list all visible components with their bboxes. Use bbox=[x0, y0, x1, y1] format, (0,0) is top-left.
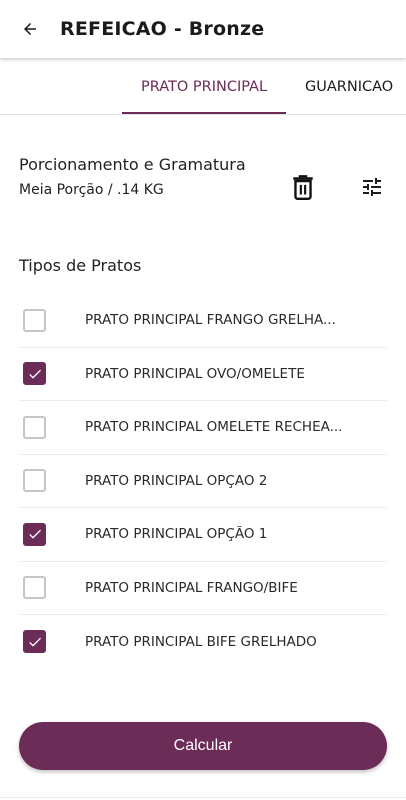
checkbox[interactable] bbox=[23, 522, 46, 546]
tab-prato-principal[interactable]: PRATO PRINCIPAL bbox=[122, 58, 286, 114]
check-icon bbox=[28, 529, 41, 539]
checkbox[interactable] bbox=[23, 308, 46, 332]
checkbox[interactable] bbox=[23, 415, 46, 439]
back-button[interactable] bbox=[0, 0, 60, 58]
app-bar: REFEICAO - Bronze bbox=[0, 0, 406, 58]
list-item[interactable]: PRATO PRINCIPAL OPÇÃO 1 bbox=[19, 508, 387, 562]
tune-icon bbox=[363, 178, 381, 196]
portion-value: Meia Porção / .14 KG bbox=[19, 182, 164, 198]
list-item-label: PRATO PRINCIPAL OMELETE RECHEA... bbox=[85, 419, 343, 436]
check-icon bbox=[28, 637, 41, 647]
list-item-label: PRATO PRINCIPAL FRANGO/BIFE bbox=[85, 579, 298, 596]
checkbox[interactable] bbox=[23, 630, 46, 654]
list-item-label: PRATO PRINCIPAL OVO/OMELETE bbox=[85, 365, 305, 382]
list-item-label: PRATO PRINCIPAL BIFE GRELHADO bbox=[85, 633, 317, 650]
portion-title: Porcionamento e Gramatura bbox=[19, 155, 246, 174]
checkbox[interactable] bbox=[23, 576, 46, 600]
check-icon bbox=[28, 369, 41, 379]
types-label: Tipos de Pratos bbox=[19, 256, 142, 275]
portion-info: Porcionamento e Gramatura Meia Porção / … bbox=[19, 152, 259, 200]
arrow-left-icon bbox=[24, 23, 36, 35]
trash-icon bbox=[293, 175, 313, 201]
page-title: REFEICAO - Bronze bbox=[60, 18, 265, 40]
list-item[interactable]: PRATO PRINCIPAL OVO/OMELETE bbox=[19, 348, 387, 401]
checkbox[interactable] bbox=[23, 469, 46, 493]
checkbox[interactable] bbox=[23, 362, 46, 386]
list-item-label: PRATO PRINCIPAL OPÇAO 2 bbox=[85, 472, 268, 489]
filter-button[interactable] bbox=[352, 167, 392, 207]
divider bbox=[0, 797, 406, 798]
list-item[interactable]: PRATO PRINCIPAL FRANGO/BIFE bbox=[19, 562, 387, 615]
tab-guarnicao[interactable]: GUARNICAO bbox=[300, 58, 406, 114]
list-item[interactable]: PRATO PRINCIPAL BIFE GRELHADO bbox=[19, 615, 387, 669]
calculate-button[interactable]: Calcular bbox=[19, 722, 387, 770]
list-item[interactable]: PRATO PRINCIPAL FRANGO GRELHA... bbox=[19, 294, 387, 348]
list-item-label: PRATO PRINCIPAL OPÇÃO 1 bbox=[85, 526, 268, 543]
dish-type-list: PRATO PRINCIPAL FRANGO GRELHA... PRATO P… bbox=[19, 294, 387, 669]
delete-button[interactable] bbox=[283, 167, 323, 207]
list-item-label: PRATO PRINCIPAL FRANGO GRELHA... bbox=[85, 312, 336, 329]
tab-bar: PRATO PRINCIPAL GUARNICAO bbox=[0, 58, 406, 115]
list-item[interactable]: PRATO PRINCIPAL OMELETE RECHEA... bbox=[19, 401, 387, 455]
list-item[interactable]: PRATO PRINCIPAL OPÇAO 2 bbox=[19, 455, 387, 508]
